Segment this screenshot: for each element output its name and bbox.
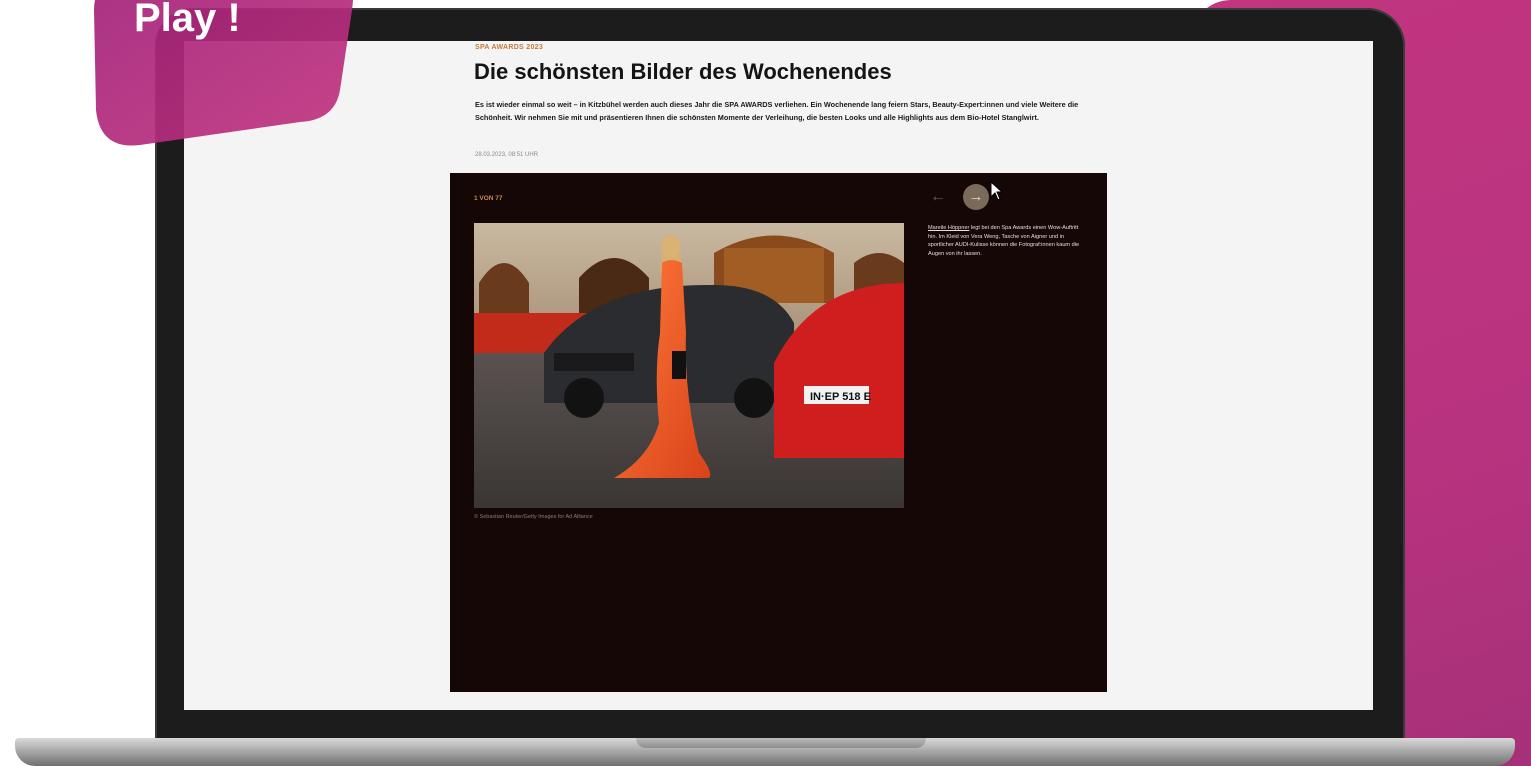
article-intro: Es ist wieder einmal so weit – in Kitzbü… (475, 100, 1079, 122)
play-badge-label[interactable]: Play ! (134, 0, 241, 41)
gallery-prev-button[interactable]: ← (926, 185, 950, 209)
browser-screen: SPA AWARDS 2023 Die schönsten Bilder des… (184, 41, 1373, 710)
arrow-right-icon: → (968, 188, 984, 205)
photo-illustration: IN·EP 518 E (474, 223, 904, 508)
gallery-next-button[interactable]: → (963, 184, 989, 210)
gallery-counter: 1 VON 77 (474, 195, 503, 202)
laptop-notch (636, 738, 926, 748)
image-gallery: 1 VON 77 ← → IN·EP 518 E © Sebastian Reu… (450, 173, 1107, 692)
photo-credit: © Sebastian Reuter/Getty Images for Ad A… (474, 514, 593, 520)
photo-caption: Mareile Höppner legt bei den Spa Awards … (928, 224, 1086, 258)
mouse-cursor-icon (990, 181, 1004, 201)
article-kicker: SPA AWARDS 2023 (475, 44, 544, 51)
arrow-left-icon: ← (930, 188, 946, 205)
license-plate-text: IN·EP 518 E (810, 391, 871, 403)
article-headline: Die schönsten Bilder des Wochenendes (474, 59, 892, 84)
article-dateline: 28.03.2023, 08:51 UHR (475, 152, 539, 158)
gallery-photo[interactable]: IN·EP 518 E (474, 223, 904, 508)
caption-person-link[interactable]: Mareile Höppner (928, 225, 969, 231)
